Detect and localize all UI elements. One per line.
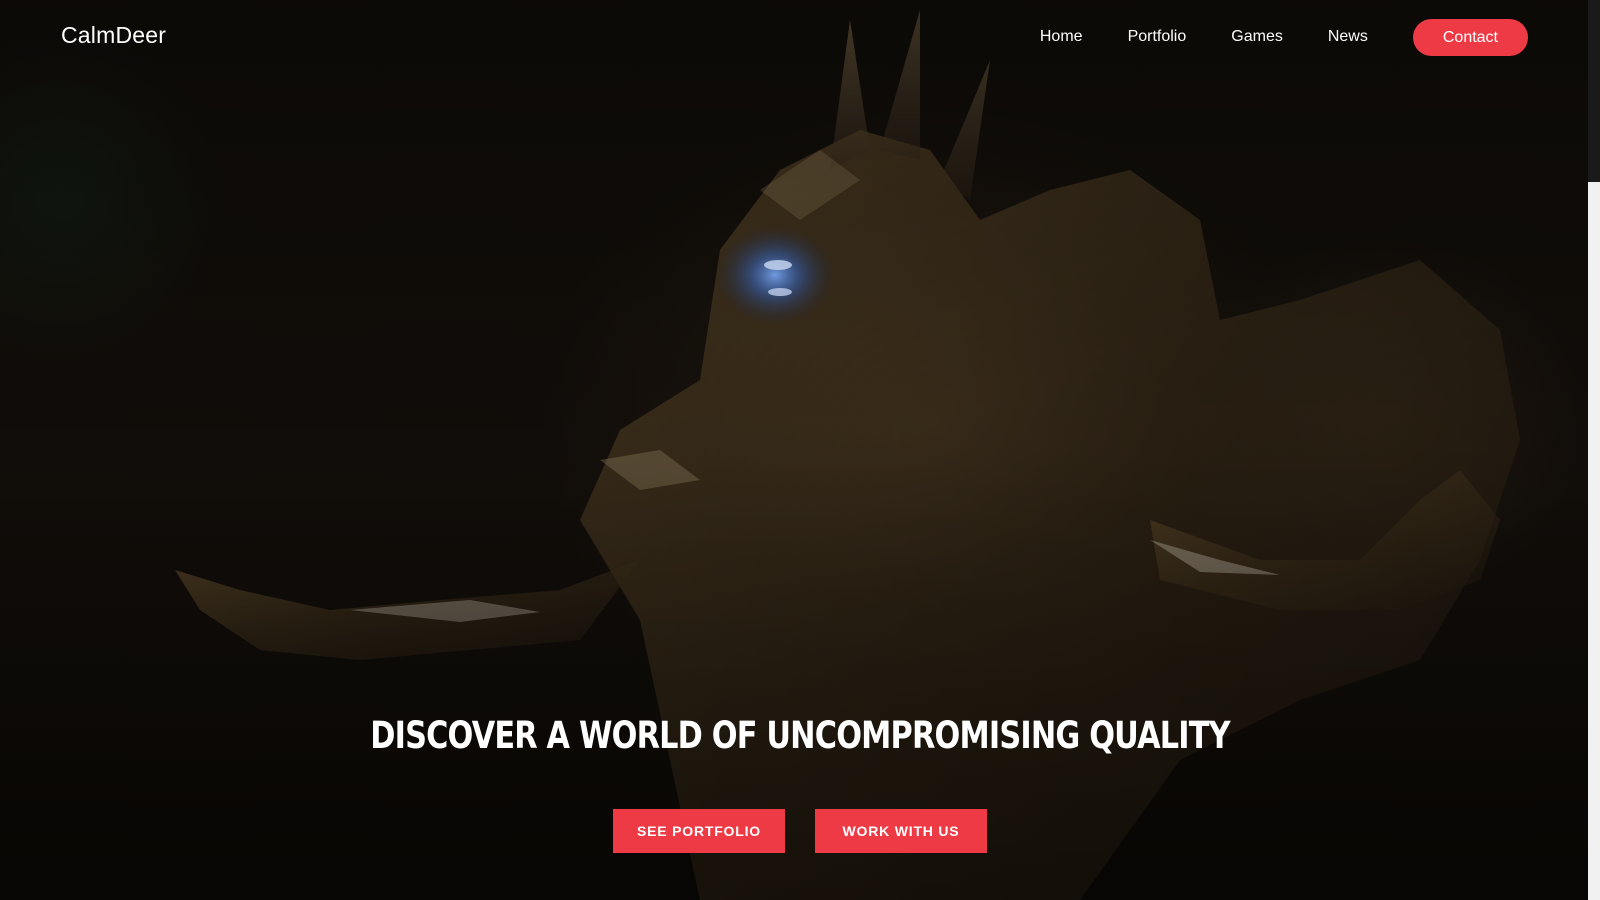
hero-cta-group: SEE PORTFOLIO WORK WITH US xyxy=(0,809,1600,853)
nav-games[interactable]: Games xyxy=(1231,18,1283,56)
contact-button[interactable]: Contact xyxy=(1412,18,1528,56)
brand-logo[interactable]: CalmDeer xyxy=(61,22,166,49)
nav-home[interactable]: Home xyxy=(1040,18,1083,56)
main-nav: Home Portfolio Games News Contact xyxy=(1040,18,1528,56)
hero-overlay xyxy=(0,0,1600,900)
site-header: CalmDeer Home Portfolio Games News Conta… xyxy=(0,0,1600,76)
scrollbar-thumb[interactable] xyxy=(1588,0,1600,182)
nav-portfolio[interactable]: Portfolio xyxy=(1128,18,1187,56)
nav-news[interactable]: News xyxy=(1328,18,1368,56)
vertical-scrollbar[interactable] xyxy=(1588,0,1600,900)
work-with-us-button[interactable]: WORK WITH US xyxy=(815,809,987,853)
see-portfolio-button[interactable]: SEE PORTFOLIO xyxy=(613,809,785,853)
hero-title: DISCOVER A WORLD OF UNCOMPROMISING QUALI… xyxy=(370,714,1230,757)
page: CalmDeer Home Portfolio Games News Conta… xyxy=(0,0,1600,900)
